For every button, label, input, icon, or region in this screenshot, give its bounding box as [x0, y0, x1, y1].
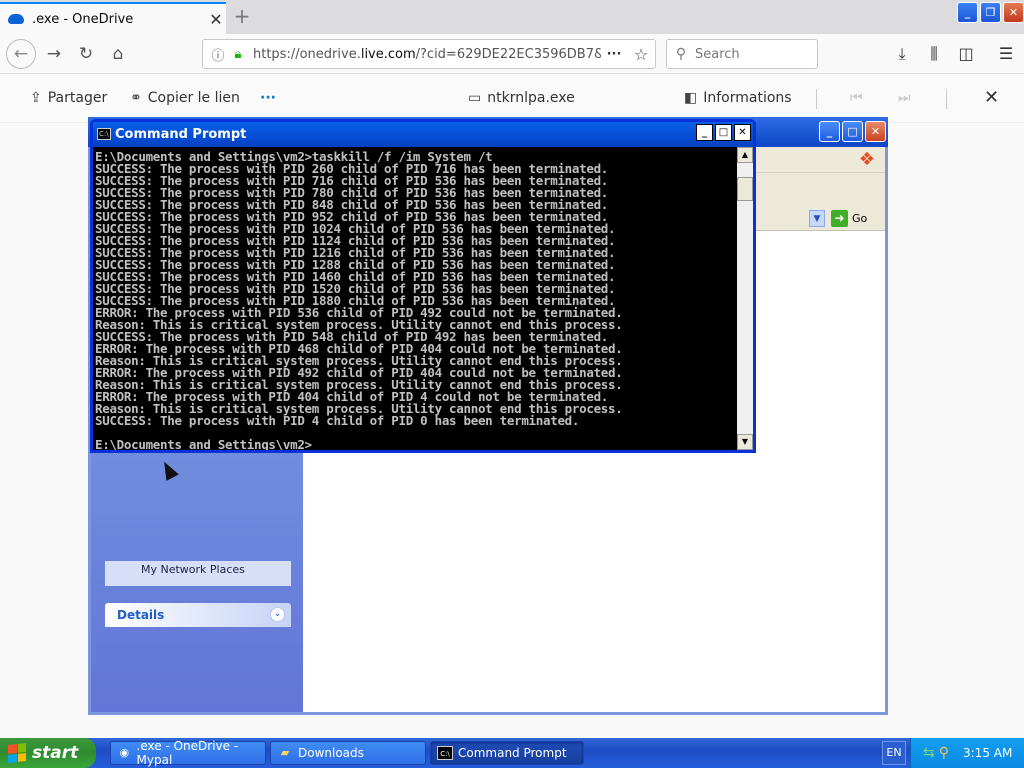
close-viewer-icon[interactable]: ✕ [984, 87, 999, 108]
explorer-minimize-button[interactable]: _ [819, 121, 840, 142]
menu-icon[interactable]: ☰ [994, 42, 1018, 66]
taskbar-item-downloads[interactable]: ▰ Downloads [270, 741, 426, 765]
info-panel-icon: ◧ [684, 90, 698, 106]
search-tray-icon[interactable]: ⚲ [939, 745, 949, 761]
system-tray: ⇆ ⚲ 3:15 AM [910, 738, 1024, 768]
cmd-title: Command Prompt [115, 127, 247, 142]
cmd-scrollbar[interactable]: ▲ ▼ [737, 147, 753, 450]
explorer-close-button[interactable]: ✕ [865, 121, 886, 142]
cmd-minimize-button[interactable]: _ [696, 124, 713, 141]
scroll-up-arrow-icon[interactable]: ▲ [737, 147, 753, 163]
taskbar-item-command-prompt[interactable]: C:\ Command Prompt [430, 741, 584, 765]
bookmark-star-icon[interactable]: ☆ [627, 45, 655, 64]
downloads-icon[interactable]: ⤓ [890, 42, 914, 66]
console-line: E:\Documents and Settings\vm2> [95, 437, 312, 450]
details-panel-header[interactable]: Details ⌄ [105, 603, 291, 627]
windows-logo-icon: ❖ [858, 149, 876, 170]
cmd-icon: C:\ [97, 128, 111, 140]
divider [946, 89, 947, 109]
sidebar-icon[interactable]: ◫ [954, 42, 978, 66]
scroll-down-arrow-icon[interactable]: ▼ [737, 434, 753, 450]
my-network-places-link[interactable]: My Network Places [105, 561, 291, 586]
cmd-taskbar-icon: C:\ [437, 746, 453, 760]
go-arrow-icon: ➜ [831, 210, 848, 227]
tab-title: .exe - OneDrive [32, 11, 134, 27]
share-icon: ⇪ [30, 90, 42, 106]
search-input[interactable]: ⚲ Search [666, 39, 818, 69]
tab-onedrive[interactable]: .exe - OneDrive ✕ [0, 2, 226, 34]
previous-file-icon[interactable]: ⏮ [850, 90, 863, 106]
start-button[interactable]: start [0, 738, 96, 768]
scroll-thumb[interactable] [737, 177, 753, 201]
address-bar: ▼ ➜ Go [753, 207, 885, 231]
chevron-down-icon[interactable]: ⌄ [270, 607, 285, 622]
command-prompt-window: C:\ Command Prompt _ □ ✕ E:\Documents an… [90, 119, 756, 453]
cmd-window-controls: _ □ ✕ [696, 124, 751, 141]
explorer-maximize-button[interactable]: □ [842, 121, 863, 142]
more-actions-button[interactable]: ··· [260, 90, 276, 106]
browser-icon: ◉ [119, 746, 130, 759]
navigation-bar: ← → ↻ ⌂ ⓘ 🔒︎ https://onedrive.live.com/?… [0, 34, 1024, 74]
library-icon[interactable]: ⫼ [922, 42, 946, 66]
cmd-maximize-button[interactable]: □ [715, 124, 732, 141]
page-actions-icon[interactable]: ··· [601, 47, 627, 62]
browser-tab-strip: .exe - OneDrive ✕ + _ ❐ ✕ [0, 0, 1024, 34]
clock[interactable]: 3:15 AM [963, 746, 1012, 760]
windows-flag-icon [8, 743, 26, 763]
minimize-button[interactable]: _ [957, 2, 978, 23]
explorer-toolbar [753, 173, 885, 207]
browser-window-controls: _ ❐ ✕ [957, 2, 1024, 23]
restore-button[interactable]: ❐ [980, 2, 1001, 23]
info-button[interactable]: ◧ Informations [684, 90, 792, 106]
cmd-close-button[interactable]: ✕ [734, 124, 751, 141]
taskbar-item-browser[interactable]: ◉ .exe - OneDrive - Mypal [110, 739, 266, 767]
home-button[interactable]: ⌂ [104, 40, 132, 68]
cmd-title-bar[interactable]: C:\ Command Prompt _ □ ✕ [93, 122, 753, 147]
forward-button[interactable]: → [40, 40, 68, 68]
info-icon[interactable]: ⓘ [207, 45, 229, 64]
network-icon[interactable]: ⇆ [923, 745, 935, 761]
onedrive-cloud-icon [8, 14, 24, 24]
file-name-label: ▭ ntkrnlpa.exe [468, 90, 575, 106]
folder-icon: ▰ [280, 746, 290, 759]
onedrive-toolbar: ⇪ Partager ⚭ Copier le lien ··· ▭ ntkrnlpa.… [0, 75, 1024, 123]
close-tab-icon[interactable]: ✕ [206, 10, 226, 29]
explorer-window-controls: _ □ ✕ [819, 121, 886, 142]
address-dropdown-button[interactable]: ▼ [809, 210, 825, 227]
go-button[interactable]: ➜ Go [831, 210, 867, 227]
reload-button[interactable]: ↻ [72, 40, 100, 68]
back-button[interactable]: ← [6, 39, 36, 69]
language-indicator[interactable]: EN [882, 741, 906, 765]
cmd-console-output[interactable]: E:\Documents and Settings\vm2>taskkill /… [93, 147, 737, 450]
taskbar: start ◉ .exe - OneDrive - Mypal ▰ Download… [0, 738, 1024, 768]
next-file-icon[interactable]: ⏭ [898, 90, 911, 106]
explorer-menu-bar: ❖ [753, 147, 885, 173]
file-icon: ▭ [468, 90, 482, 106]
divider [816, 89, 817, 109]
console-line: SUCCESS: The process with PID 4 child of… [95, 413, 580, 428]
search-icon: ⚲ [675, 46, 687, 62]
search-placeholder: Search [695, 46, 740, 62]
close-window-button[interactable]: ✕ [1003, 2, 1024, 23]
lock-icon: 🔒︎ [234, 46, 242, 62]
link-icon: ⚭ [130, 90, 142, 106]
url-bar[interactable]: ⓘ 🔒︎ https://onedrive.live.com/?cid=629D… [202, 39, 656, 69]
new-tab-button[interactable]: + [230, 4, 254, 30]
url-text[interactable]: https://onedrive.live.com/?cid=629DE22EC… [253, 47, 601, 62]
share-button[interactable]: ⇪ Partager [30, 90, 107, 106]
copy-link-button[interactable]: ⚭ Copier le lien [130, 90, 240, 106]
